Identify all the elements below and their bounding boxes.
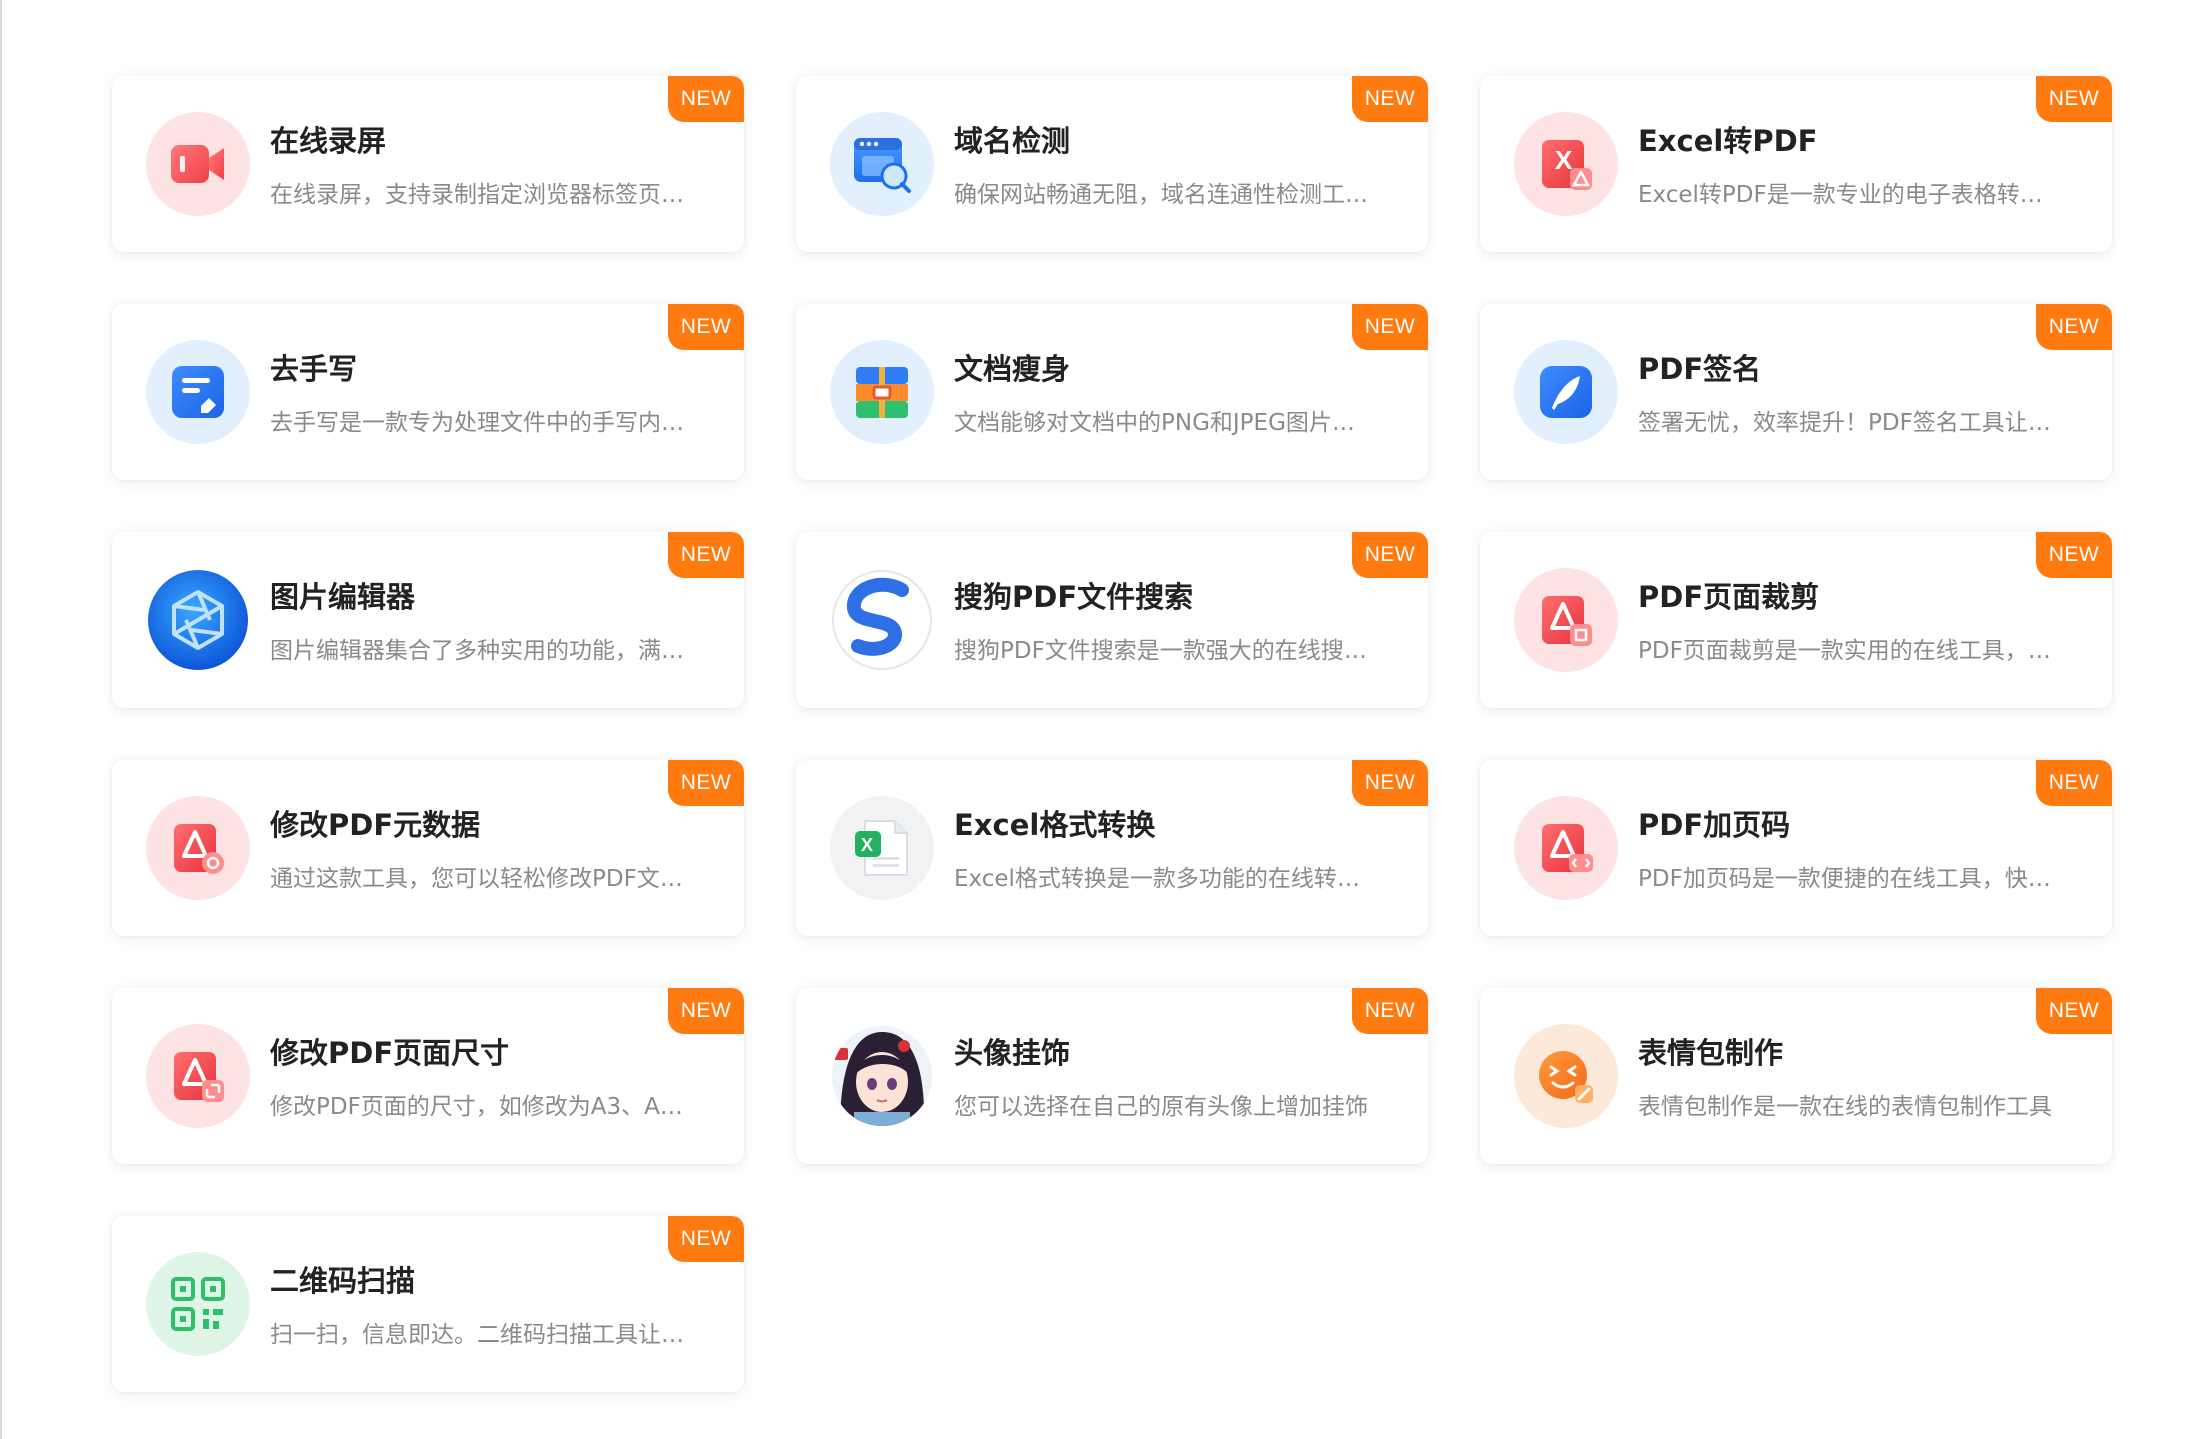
tool-card-screen-record[interactable]: NEW 在线录屏 在线录屏，支持录制指定浏览器标签页、应用窗口及整个屏幕 bbox=[112, 76, 744, 252]
excel-to-pdf-icon: X bbox=[1514, 112, 1618, 216]
new-badge: NEW bbox=[1352, 760, 1428, 806]
tool-title: 文档瘦身 bbox=[954, 352, 1071, 386]
svg-text:X: X bbox=[1555, 145, 1573, 175]
tool-card-pdf-resize[interactable]: NEW 修改PDF页面尺寸 修改PDF页面的尺寸，如修改为A3、A4等标准尺寸 bbox=[112, 988, 744, 1164]
tool-description: 在线录屏，支持录制指定浏览器标签页、应用窗口及整个屏幕 bbox=[270, 182, 690, 208]
tool-card-meme-maker[interactable]: NEW 表情包制作 表情包制作是一款在线的表情包制作工具 bbox=[1480, 988, 2112, 1164]
avatar-decoration-icon bbox=[830, 1024, 934, 1128]
new-badge: NEW bbox=[2036, 304, 2112, 350]
tool-title: 二维码扫描 bbox=[270, 1264, 416, 1298]
tool-card-qr-scan[interactable]: NEW 二维码扫描 扫一扫，信息即达。二维码扫描工具让扫 bbox=[112, 1216, 744, 1392]
new-badge: NEW bbox=[668, 760, 744, 806]
tool-card-pdf-page-number[interactable]: NEW PDF加页码 PDF加页码是一款便捷的在线工具，快速添加页码 bbox=[1480, 760, 2112, 936]
tool-description: 您可以选择在自己的原有头像上增加挂饰 bbox=[954, 1094, 1368, 1120]
svg-text:X: X bbox=[861, 835, 873, 855]
tool-title: 头像挂饰 bbox=[954, 1036, 1071, 1070]
tool-description: 去手写是一款专为处理文件中的手写内容而设计的工具 bbox=[270, 410, 690, 436]
video-record-icon bbox=[146, 112, 250, 216]
new-badge: NEW bbox=[2036, 988, 2112, 1034]
tool-title: 搜狗PDF文件搜索 bbox=[954, 580, 1194, 614]
tool-title: PDF签名 bbox=[1638, 352, 1762, 386]
tool-title: 去手写 bbox=[270, 352, 358, 386]
sogou-search-icon bbox=[830, 568, 934, 672]
tool-title: Excel格式转换 bbox=[954, 808, 1156, 842]
image-editor-icon bbox=[146, 568, 250, 672]
tool-card-domain-check[interactable]: NEW 域名检测 确保网站畅通无阻，域名连通性检测工具助您一臂之力 bbox=[796, 76, 1428, 252]
new-badge: NEW bbox=[2036, 760, 2112, 806]
tool-description: 表情包制作是一款在线的表情包制作工具 bbox=[1638, 1094, 2052, 1120]
tool-card-pdf-sign[interactable]: NEW PDF签名 签署无忧，效率提升！PDF签名工具让签署更简单 bbox=[1480, 304, 2112, 480]
tool-description: 确保网站畅通无阻，域名连通性检测工具助您一臂之力 bbox=[954, 182, 1374, 208]
pdf-metadata-icon bbox=[146, 796, 250, 900]
tool-description: 签署无忧，效率提升！PDF签名工具让签署更简单 bbox=[1638, 410, 2058, 436]
tool-description: 图片编辑器集合了多种实用的功能，满足您的编辑需求 bbox=[270, 638, 690, 664]
tool-description: 文档能够对文档中的PNG和JPEG图片进行压缩 bbox=[954, 410, 1374, 436]
new-badge: NEW bbox=[1352, 532, 1428, 578]
pdf-page-number-icon bbox=[1514, 796, 1618, 900]
new-badge: NEW bbox=[1352, 304, 1428, 350]
tool-title: 图片编辑器 bbox=[270, 580, 416, 614]
tool-card-image-editor[interactable]: NEW 图片编辑器 图片编辑器集合了多种实用的功能，满足 bbox=[112, 532, 744, 708]
tool-title: PDF页面裁剪 bbox=[1638, 580, 1820, 614]
pdf-resize-icon bbox=[146, 1024, 250, 1128]
tool-title: 表情包制作 bbox=[1638, 1036, 1784, 1070]
tool-card-excel-convert[interactable]: NEW X Excel格式转换 Excel格式转换是一款多功能的在线转换工具 bbox=[796, 760, 1428, 936]
tool-title: PDF加页码 bbox=[1638, 808, 1791, 842]
domain-check-icon bbox=[830, 112, 934, 216]
tool-grid: NEW 在线录屏 在线录屏，支持录制指定浏览器标签页、应用窗口及整个屏幕 NEW bbox=[112, 76, 2112, 1392]
new-badge: NEW bbox=[668, 304, 744, 350]
new-badge: NEW bbox=[668, 1216, 744, 1262]
new-badge: NEW bbox=[668, 988, 744, 1034]
tool-title: Excel转PDF bbox=[1638, 124, 1818, 158]
tool-card-pdf-crop[interactable]: NEW PDF页面裁剪 PDF页面裁剪是一款实用的在线工具，可裁剪页面 bbox=[1480, 532, 2112, 708]
document-compress-icon bbox=[830, 340, 934, 444]
new-badge: NEW bbox=[1352, 988, 1428, 1034]
tool-description: PDF加页码是一款便捷的在线工具，快速添加页码 bbox=[1638, 866, 2058, 892]
tool-title: 域名检测 bbox=[954, 124, 1071, 158]
pdf-crop-icon bbox=[1514, 568, 1618, 672]
qr-scan-icon bbox=[146, 1252, 250, 1356]
tool-title: 修改PDF页面尺寸 bbox=[270, 1036, 510, 1070]
tool-description: PDF页面裁剪是一款实用的在线工具，可裁剪页面 bbox=[1638, 638, 2058, 664]
tool-card-excel-to-pdf[interactable]: NEW X Excel转PDF Excel转PDF是一款专业的电子表格转换工具 bbox=[1480, 76, 2112, 252]
meme-maker-icon bbox=[1514, 1024, 1618, 1128]
tool-card-sogou-search[interactable]: NEW 搜狗PDF文件搜索 搜狗PDF文件搜索是一款强大的在线搜索工具 bbox=[796, 532, 1428, 708]
tool-description: 扫一扫，信息即达。二维码扫描工具让扫码更便捷 bbox=[270, 1322, 690, 1348]
remove-handwriting-icon bbox=[146, 340, 250, 444]
tool-title: 修改PDF元数据 bbox=[270, 808, 481, 842]
excel-convert-icon: X bbox=[830, 796, 934, 900]
pdf-sign-icon bbox=[1514, 340, 1618, 444]
new-badge: NEW bbox=[2036, 532, 2112, 578]
tool-card-pdf-metadata[interactable]: NEW 修改PDF元数据 通过这款工具，您可以轻松修改PDF文件的元数据 bbox=[112, 760, 744, 936]
tool-description: 通过这款工具，您可以轻松修改PDF文件的元数据 bbox=[270, 866, 690, 892]
tool-card-remove-handwriting[interactable]: NEW 去手写 去手写是一款专为处理文件中的手写内容而设计的工具 bbox=[112, 304, 744, 480]
tool-title: 在线录屏 bbox=[270, 124, 387, 158]
new-badge: NEW bbox=[2036, 76, 2112, 122]
new-badge: NEW bbox=[668, 76, 744, 122]
tool-description: Excel转PDF是一款专业的电子表格转换工具 bbox=[1638, 182, 2058, 208]
tool-card-avatar-decoration[interactable]: NEW 头像挂饰 您可以选择在自己的原有头像上增加挂饰 bbox=[796, 988, 1428, 1164]
tool-description: 修改PDF页面的尺寸，如修改为A3、A4等标准尺寸 bbox=[270, 1094, 690, 1120]
tool-description: 搜狗PDF文件搜索是一款强大的在线搜索工具 bbox=[954, 638, 1374, 664]
tools-page: NEW 在线录屏 在线录屏，支持录制指定浏览器标签页、应用窗口及整个屏幕 NEW bbox=[0, 0, 2202, 1439]
tool-card-document-compress[interactable]: NEW 文档瘦身 文档能够对文档中的PNG和JPEG图片进行压缩 bbox=[796, 304, 1428, 480]
tool-description: Excel格式转换是一款多功能的在线转换工具 bbox=[954, 866, 1374, 892]
new-badge: NEW bbox=[668, 532, 744, 578]
new-badge: NEW bbox=[1352, 76, 1428, 122]
